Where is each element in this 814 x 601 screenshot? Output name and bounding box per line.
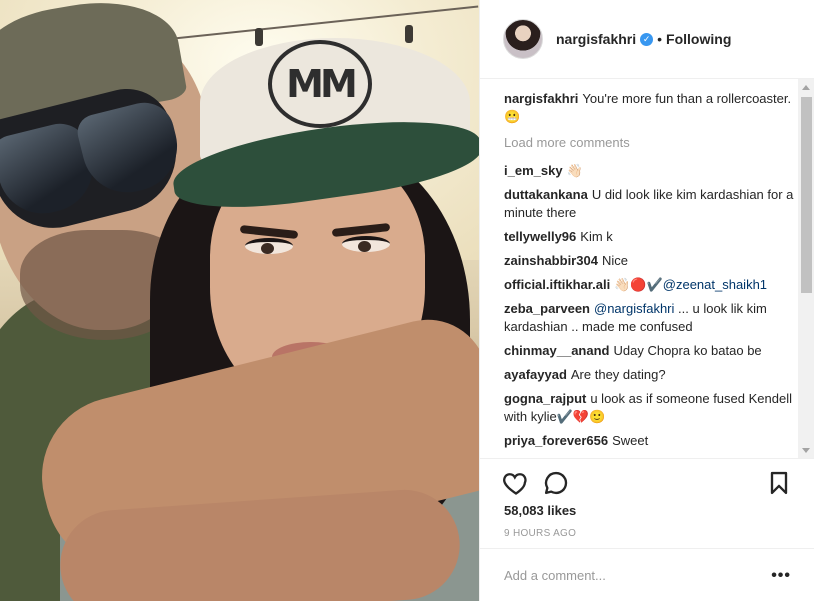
add-comment-bar: ••• (480, 548, 814, 601)
heart-icon (503, 473, 527, 495)
list-item: i_em_sky 👋🏻 (504, 162, 794, 180)
caption-username[interactable]: nargisfakhri (504, 91, 578, 106)
comment-username[interactable]: priya_forever656 (504, 433, 608, 448)
comment-button[interactable] (542, 469, 570, 497)
scrollbar-thumb[interactable] (801, 97, 812, 293)
comment-icon (544, 471, 568, 495)
comment-text: 👋🏻 (566, 163, 583, 178)
list-item: priya_forever656 Sweet (504, 432, 794, 450)
post-username[interactable]: nargisfakhri (556, 31, 636, 47)
comments-scrollbar[interactable] (798, 79, 814, 459)
comment-mention-link[interactable]: @zeenat_shaikh1 (663, 277, 767, 292)
scroll-up-arrow-icon[interactable] (802, 85, 810, 90)
comment-text: Uday Chopra ko batao be (613, 343, 762, 358)
comment-username[interactable]: ayafayyad (504, 367, 567, 382)
post-timestamp[interactable]: 9 HOURS AGO (504, 528, 576, 539)
comment-mention-link[interactable]: @nargisfakhri (594, 301, 674, 316)
comment-username[interactable]: duttakankana (504, 187, 588, 202)
comment-username[interactable]: chinmay__anand (504, 343, 610, 358)
avatar[interactable] (503, 19, 543, 59)
photo-cap-logo: MM (268, 40, 372, 128)
add-comment-input[interactable] (504, 567, 754, 583)
post-actions: 58,083 likes 9 HOURS AGO (480, 458, 814, 548)
like-button[interactable] (502, 469, 530, 497)
comment-username[interactable]: zeba_parveen (504, 301, 590, 316)
comment-text: Nice (601, 253, 628, 268)
post-photo[interactable]: MM (0, 0, 479, 601)
list-item: ayafayyad Are they dating? (504, 366, 794, 384)
photo-light-bulb (405, 25, 413, 43)
comment-username[interactable]: tellywelly96 (504, 229, 576, 244)
more-options-icon[interactable]: ••• (771, 567, 791, 585)
comment-username[interactable]: i_em_sky (504, 163, 563, 178)
list-item: zainshabbir304 Nice (504, 252, 794, 270)
comments-list[interactable]: nargisfakhri You're more fun than a rolle… (504, 90, 794, 460)
likes-count[interactable]: 58,083 likes (504, 503, 576, 518)
post-header: nargisfakhri ✓ • Following (480, 0, 814, 79)
list-item: zeba_parveen @nargisfakhri ... u look lik… (504, 300, 794, 336)
comment-text: Kim k (580, 229, 613, 244)
bookmark-icon (770, 471, 788, 495)
photo-eye (245, 238, 293, 254)
comment-text: Are they dating? (570, 367, 666, 382)
post-details-panel: nargisfakhri ✓ • Following nargisfakhri Y… (479, 0, 814, 601)
list-item: duttakankana U did look like kim kardashi… (504, 186, 794, 222)
list-item: official.iftikhar.ali 👋🏻🔴✔️@zeenat_shaikh… (504, 276, 794, 294)
comment-username[interactable]: zainshabbir304 (504, 253, 598, 268)
caption: nargisfakhri You're more fun than a rolle… (504, 90, 794, 126)
photo-eye (342, 236, 390, 252)
verified-badge-icon: ✓ (640, 32, 654, 46)
comment-username[interactable]: official.iftikhar.ali (504, 277, 610, 292)
list-item: tellywelly96 Kim k (504, 228, 794, 246)
save-button[interactable] (765, 469, 793, 497)
load-more-comments-link[interactable]: Load more comments (504, 134, 794, 152)
comment-text: Sweet (612, 433, 649, 448)
following-button[interactable]: Following (666, 31, 731, 47)
comment-username[interactable]: gogna_rajput (504, 391, 586, 406)
list-item: gogna_rajput u look as if someone fused K… (504, 390, 794, 426)
photo-light-bulb (255, 28, 263, 46)
list-item: chinmay__anand Uday Chopra ko batao be (504, 342, 794, 360)
separator-dot: • (657, 31, 663, 47)
comment-text: 👋🏻🔴✔️ (614, 277, 663, 292)
scroll-down-arrow-icon[interactable] (802, 448, 810, 453)
